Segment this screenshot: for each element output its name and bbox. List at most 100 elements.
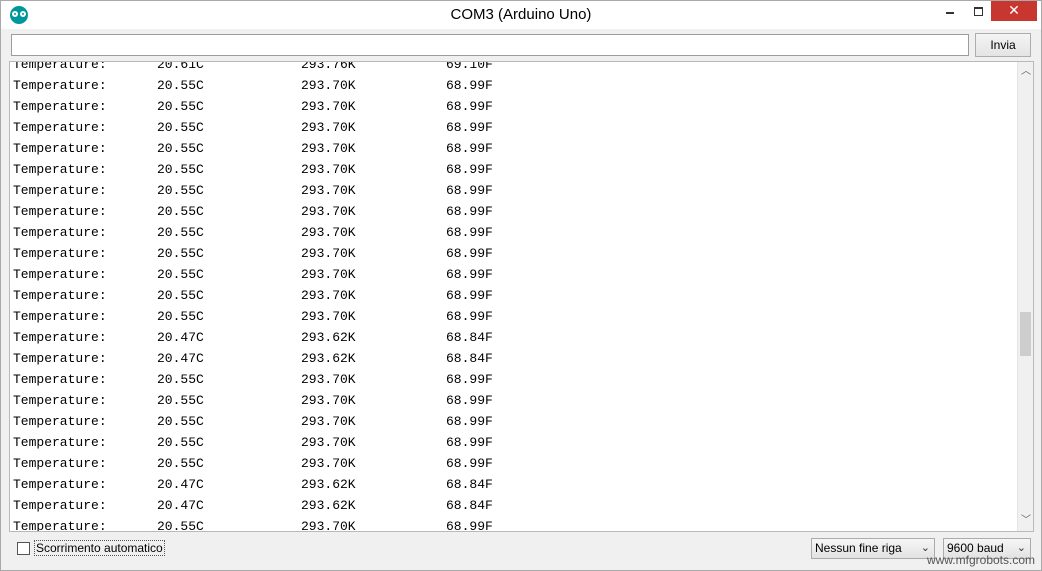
output-line: Temperature: 20.55C 293.70K 68.99F bbox=[13, 201, 493, 222]
output-line: Temperature: 20.55C 293.70K 68.99F bbox=[13, 75, 493, 96]
output-line: Temperature: 20.55C 293.70K 68.99F bbox=[13, 432, 493, 453]
output-line: Temperature: 20.55C 293.70K 68.99F bbox=[13, 285, 493, 306]
line-kelvin: 293.70K bbox=[301, 435, 356, 450]
line-kelvin: 293.70K bbox=[301, 519, 356, 532]
line-label: Temperature: bbox=[13, 183, 107, 198]
line-celsius: 20.55C bbox=[157, 288, 204, 303]
output-line: Temperature: 20.55C 293.70K 68.99F bbox=[13, 264, 493, 285]
line-fahrenheit: 68.84F bbox=[446, 498, 493, 513]
line-celsius: 20.47C bbox=[157, 477, 204, 492]
line-kelvin: 293.70K bbox=[301, 393, 356, 408]
line-celsius: 20.55C bbox=[157, 267, 204, 282]
line-label: Temperature: bbox=[13, 435, 107, 450]
output-line: Temperature: 20.47C 293.62K 68.84F bbox=[13, 327, 493, 348]
close-button[interactable]: ✕ bbox=[991, 1, 1037, 21]
line-celsius: 20.55C bbox=[157, 246, 204, 261]
line-label: Temperature: bbox=[13, 288, 107, 303]
line-label: Temperature: bbox=[13, 267, 107, 282]
line-kelvin: 293.62K bbox=[301, 330, 356, 345]
line-celsius: 20.55C bbox=[157, 372, 204, 387]
line-ending-select[interactable]: Nessun fine riga ⌄ bbox=[811, 538, 935, 559]
line-fahrenheit: 68.99F bbox=[446, 309, 493, 324]
line-label: Temperature: bbox=[13, 414, 107, 429]
maximize-icon bbox=[973, 7, 983, 16]
output-line: Temperature: 20.55C 293.70K 68.99F bbox=[13, 390, 493, 411]
output-line: Temperature: 20.55C 293.70K 68.99F bbox=[13, 243, 493, 264]
line-kelvin: 293.70K bbox=[301, 372, 356, 387]
line-label: Temperature: bbox=[13, 204, 107, 219]
window-title: COM3 (Arduino Uno) bbox=[450, 6, 592, 23]
output-line: Temperature: 20.55C 293.70K 68.99F bbox=[13, 411, 493, 432]
line-fahrenheit: 69.10F bbox=[446, 61, 493, 72]
line-fahrenheit: 68.99F bbox=[446, 414, 493, 429]
line-celsius: 20.55C bbox=[157, 456, 204, 471]
line-celsius: 20.55C bbox=[157, 78, 204, 93]
line-label: Temperature: bbox=[13, 120, 107, 135]
autoscroll-label[interactable]: Scorrimento automatico bbox=[34, 540, 165, 556]
line-fahrenheit: 68.99F bbox=[446, 120, 493, 135]
output-lines: Temperature: 20.61C 293.76K 69.10F Tempe… bbox=[13, 62, 493, 531]
line-fahrenheit: 68.99F bbox=[446, 393, 493, 408]
line-kelvin: 293.76K bbox=[301, 61, 356, 72]
line-fahrenheit: 68.99F bbox=[446, 435, 493, 450]
line-fahrenheit: 68.99F bbox=[446, 141, 493, 156]
line-kelvin: 293.70K bbox=[301, 414, 356, 429]
output-line: Temperature: 20.47C 293.62K 68.84F bbox=[13, 474, 493, 495]
line-fahrenheit: 68.99F bbox=[446, 246, 493, 261]
line-fahrenheit: 68.99F bbox=[446, 519, 493, 532]
send-input[interactable] bbox=[11, 34, 969, 56]
line-kelvin: 293.70K bbox=[301, 141, 356, 156]
line-label: Temperature: bbox=[13, 519, 107, 532]
line-fahrenheit: 68.84F bbox=[446, 351, 493, 366]
output-line: Temperature: 20.47C 293.62K 68.84F bbox=[13, 348, 493, 369]
line-label: Temperature: bbox=[13, 351, 107, 366]
output-line-partial: Temperature: 20.61C 293.76K 69.10F bbox=[13, 62, 493, 75]
line-celsius: 20.55C bbox=[157, 435, 204, 450]
line-fahrenheit: 68.99F bbox=[446, 204, 493, 219]
minimize-button[interactable] bbox=[935, 1, 965, 21]
line-celsius: 20.55C bbox=[157, 162, 204, 177]
send-button[interactable]: Invia bbox=[975, 33, 1031, 57]
line-celsius: 20.47C bbox=[157, 330, 204, 345]
output-line: Temperature: 20.55C 293.70K 68.99F bbox=[13, 159, 493, 180]
line-kelvin: 293.70K bbox=[301, 288, 356, 303]
line-fahrenheit: 68.84F bbox=[446, 477, 493, 492]
line-celsius: 20.55C bbox=[157, 309, 204, 324]
scroll-down-icon[interactable]: ﹀ bbox=[1018, 513, 1033, 529]
line-celsius: 20.55C bbox=[157, 141, 204, 156]
line-celsius: 20.55C bbox=[157, 120, 204, 135]
line-celsius: 20.61C bbox=[157, 61, 204, 72]
serial-output[interactable]: Temperature: 20.61C 293.76K 69.10F Tempe… bbox=[9, 61, 1034, 532]
line-ending-value: Nessun fine riga bbox=[815, 541, 902, 555]
line-celsius: 20.47C bbox=[157, 351, 204, 366]
line-celsius: 20.55C bbox=[157, 183, 204, 198]
line-kelvin: 293.62K bbox=[301, 498, 356, 513]
line-fahrenheit: 68.99F bbox=[446, 162, 493, 177]
line-kelvin: 293.70K bbox=[301, 78, 356, 93]
line-fahrenheit: 68.99F bbox=[446, 288, 493, 303]
watermark: www.mfgrobots.com bbox=[926, 553, 1035, 567]
scroll-up-icon[interactable]: ︿ bbox=[1018, 64, 1033, 80]
line-kelvin: 293.70K bbox=[301, 162, 356, 177]
output-line: Temperature: 20.47C 293.62K 68.84F bbox=[13, 495, 493, 516]
line-label: Temperature: bbox=[13, 477, 107, 492]
title-bar[interactable]: COM3 (Arduino Uno) ✕ bbox=[1, 1, 1041, 29]
line-celsius: 20.47C bbox=[157, 498, 204, 513]
line-label: Temperature: bbox=[13, 330, 107, 345]
line-fahrenheit: 68.99F bbox=[446, 456, 493, 471]
line-celsius: 20.55C bbox=[157, 414, 204, 429]
line-fahrenheit: 68.99F bbox=[446, 225, 493, 240]
line-label: Temperature: bbox=[13, 372, 107, 387]
maximize-button[interactable] bbox=[963, 1, 993, 21]
line-kelvin: 293.70K bbox=[301, 204, 356, 219]
scroll-thumb[interactable] bbox=[1020, 312, 1031, 356]
output-line: Temperature: 20.55C 293.70K 68.99F bbox=[13, 516, 493, 531]
line-kelvin: 293.70K bbox=[301, 99, 356, 114]
line-label: Temperature: bbox=[13, 246, 107, 261]
vertical-scrollbar[interactable]: ︿ ﹀ bbox=[1017, 62, 1033, 531]
output-line: Temperature: 20.55C 293.70K 68.99F bbox=[13, 453, 493, 474]
output-line: Temperature: 20.55C 293.70K 68.99F bbox=[13, 222, 493, 243]
autoscroll-checkbox[interactable] bbox=[17, 542, 30, 555]
line-fahrenheit: 68.99F bbox=[446, 78, 493, 93]
line-label: Temperature: bbox=[13, 225, 107, 240]
